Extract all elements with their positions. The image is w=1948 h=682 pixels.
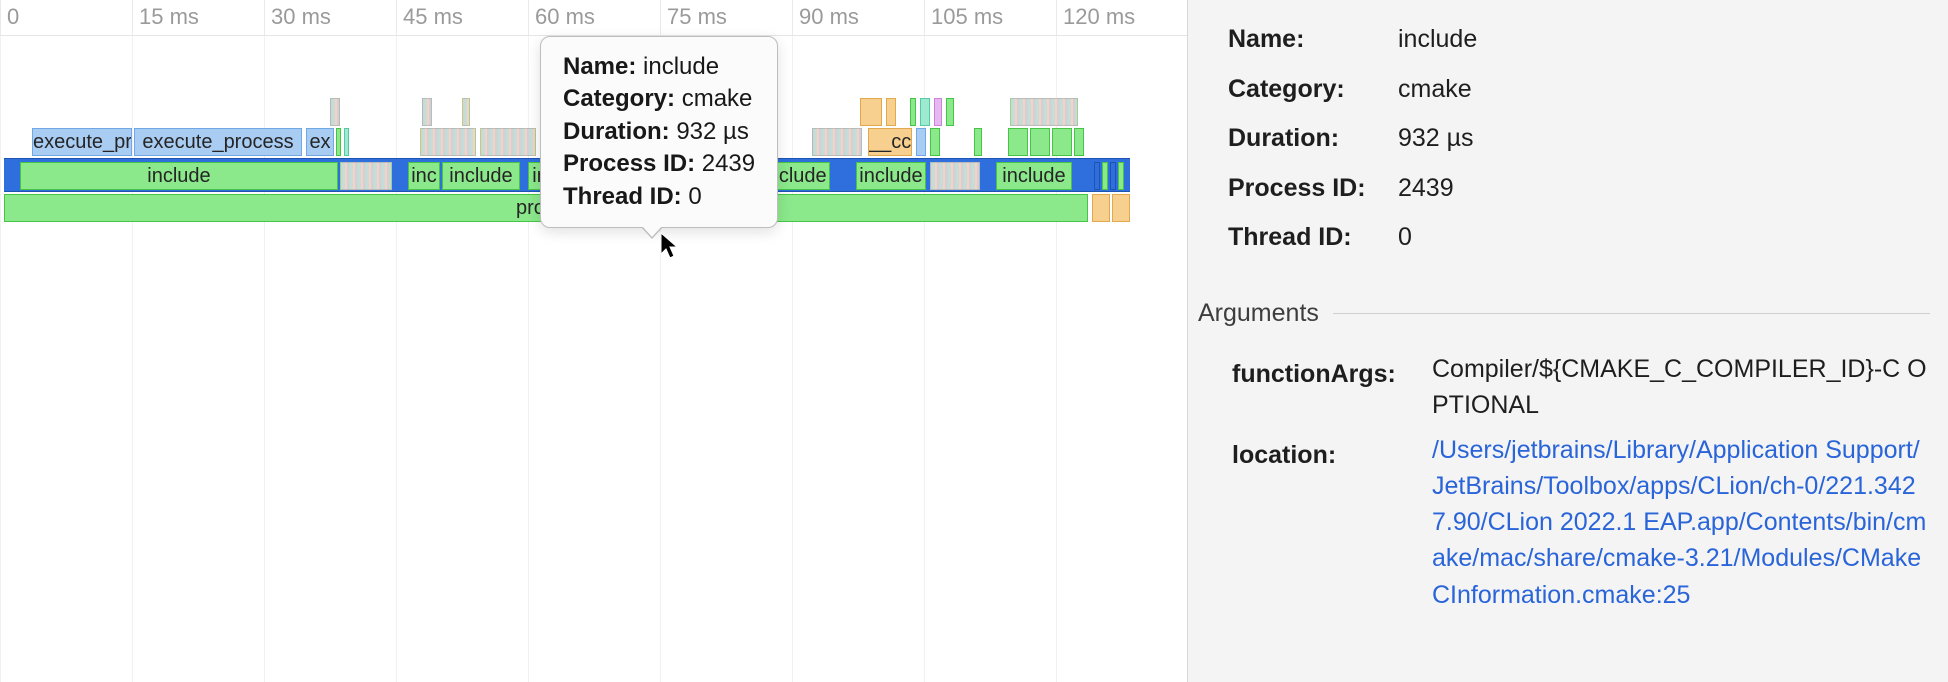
trace-bar-include[interactable]: include bbox=[856, 162, 926, 190]
argument-row-location: location: /Users/jetbrains/Library/Appli… bbox=[1228, 432, 1930, 613]
trace-bar-execute-process[interactable]: execute_pr bbox=[32, 128, 132, 156]
trace-bar-include[interactable]: include bbox=[20, 162, 338, 190]
hover-tooltip: Name: include Category: cmake Duration: … bbox=[540, 36, 778, 228]
trace-bar[interactable] bbox=[462, 98, 470, 126]
trace-bar[interactable] bbox=[420, 128, 476, 156]
trace-bar[interactable] bbox=[344, 128, 349, 156]
detail-key: Name: bbox=[1228, 16, 1398, 64]
trace-bar[interactable] bbox=[910, 98, 916, 126]
arg-key: location: bbox=[1232, 432, 1432, 613]
trace-bar[interactable] bbox=[1112, 194, 1130, 222]
trace-bar-include[interactable]: include bbox=[442, 162, 520, 190]
detail-val: 2439 bbox=[1398, 165, 1930, 213]
trace-bar[interactable] bbox=[920, 98, 930, 126]
detail-val: include bbox=[1398, 16, 1930, 64]
tick-label: 30 ms bbox=[271, 4, 331, 30]
details-panel: Name: include Category: cmake Duration: … bbox=[1188, 0, 1948, 682]
trace-bar-include[interactable]: include bbox=[996, 162, 1072, 190]
trace-bar[interactable] bbox=[1102, 162, 1108, 190]
detail-val: 932 µs bbox=[1398, 115, 1930, 163]
trace-bar[interactable] bbox=[480, 128, 536, 156]
detail-row-tid: Thread ID: 0 bbox=[1228, 214, 1930, 262]
arg-key: functionArgs: bbox=[1232, 351, 1432, 424]
tick-label: 45 ms bbox=[403, 4, 463, 30]
trace-bar[interactable] bbox=[946, 98, 954, 126]
argument-row-functionargs: functionArgs: Compiler/${CMAKE_C_COMPILE… bbox=[1228, 351, 1930, 424]
tooltip-key: Category: bbox=[563, 85, 675, 112]
trace-bar-include[interactable]: inc bbox=[408, 162, 440, 190]
detail-row-duration: Duration: 932 µs bbox=[1228, 115, 1930, 163]
arg-val: Compiler/${CMAKE_C_COMPILER_ID}-C OPTION… bbox=[1432, 351, 1930, 424]
detail-row-name: Name: include bbox=[1228, 16, 1930, 64]
trace-bar[interactable] bbox=[330, 98, 340, 126]
trace-bar[interactable] bbox=[1030, 128, 1050, 156]
trace-bar-cc[interactable]: __cc bbox=[868, 128, 912, 156]
trace-bar[interactable] bbox=[1052, 128, 1072, 156]
detail-key: Category: bbox=[1228, 66, 1398, 114]
tooltip-key: Process ID: bbox=[563, 150, 695, 177]
detail-key: Thread ID: bbox=[1228, 214, 1398, 262]
tick-label: 75 ms bbox=[667, 4, 727, 30]
arguments-section-label: Arguments bbox=[1198, 290, 1930, 338]
timeline-flamegraph[interactable]: 0 15 ms 30 ms 45 ms 60 ms 75 ms 90 ms 10… bbox=[0, 0, 1188, 682]
section-title: Arguments bbox=[1198, 290, 1319, 338]
trace-bar[interactable] bbox=[1074, 128, 1084, 156]
trace-bar[interactable] bbox=[340, 162, 392, 190]
trace-bar[interactable] bbox=[930, 128, 940, 156]
tooltip-key: Name: bbox=[563, 53, 636, 80]
trace-bar[interactable] bbox=[422, 98, 432, 126]
tooltip-val: 932 µs bbox=[676, 118, 749, 145]
tick-label: 120 ms bbox=[1063, 4, 1135, 30]
tooltip-key: Duration: bbox=[563, 118, 670, 145]
tick-label: 60 ms bbox=[535, 4, 595, 30]
trace-bar[interactable] bbox=[1008, 128, 1028, 156]
detail-val: 0 bbox=[1398, 214, 1930, 262]
detail-key: Duration: bbox=[1228, 115, 1398, 163]
tick-label: 105 ms bbox=[931, 4, 1003, 30]
detail-row-pid: Process ID: 2439 bbox=[1228, 165, 1930, 213]
trace-bar[interactable] bbox=[974, 128, 982, 156]
trace-bar[interactable] bbox=[916, 128, 926, 156]
trace-bar[interactable] bbox=[930, 162, 980, 190]
trace-bar[interactable] bbox=[1094, 162, 1100, 190]
tooltip-key: Thread ID: bbox=[563, 183, 682, 210]
tick-label: 90 ms bbox=[799, 4, 859, 30]
trace-bar-execute-process[interactable]: ex bbox=[306, 128, 334, 156]
trace-bar[interactable] bbox=[934, 98, 942, 126]
arg-val-location-link[interactable]: /Users/jetbrains/Library/Application Sup… bbox=[1432, 432, 1930, 613]
trace-bar[interactable] bbox=[886, 98, 896, 126]
trace-bar[interactable] bbox=[1092, 194, 1110, 222]
trace-bar[interactable] bbox=[336, 128, 341, 156]
tooltip-val: 2439 bbox=[702, 150, 755, 177]
detail-key: Process ID: bbox=[1228, 165, 1398, 213]
tick-label: 0 bbox=[7, 4, 19, 30]
trace-bar-execute-process[interactable]: execute_process bbox=[134, 128, 302, 156]
trace-bar[interactable] bbox=[1010, 98, 1078, 126]
detail-val: cmake bbox=[1398, 66, 1930, 114]
tick-label: 15 ms bbox=[139, 4, 199, 30]
trace-bar[interactable] bbox=[812, 128, 862, 156]
tooltip-val: 0 bbox=[688, 183, 701, 210]
trace-bar[interactable] bbox=[1118, 162, 1124, 190]
tooltip-val: cmake bbox=[682, 85, 753, 112]
trace-bar[interactable] bbox=[860, 98, 882, 126]
time-ruler[interactable]: 0 15 ms 30 ms 45 ms 60 ms 75 ms 90 ms 10… bbox=[0, 0, 1187, 36]
detail-row-category: Category: cmake bbox=[1228, 66, 1930, 114]
tooltip-val: include bbox=[643, 53, 719, 80]
trace-bar[interactable] bbox=[1110, 162, 1116, 190]
